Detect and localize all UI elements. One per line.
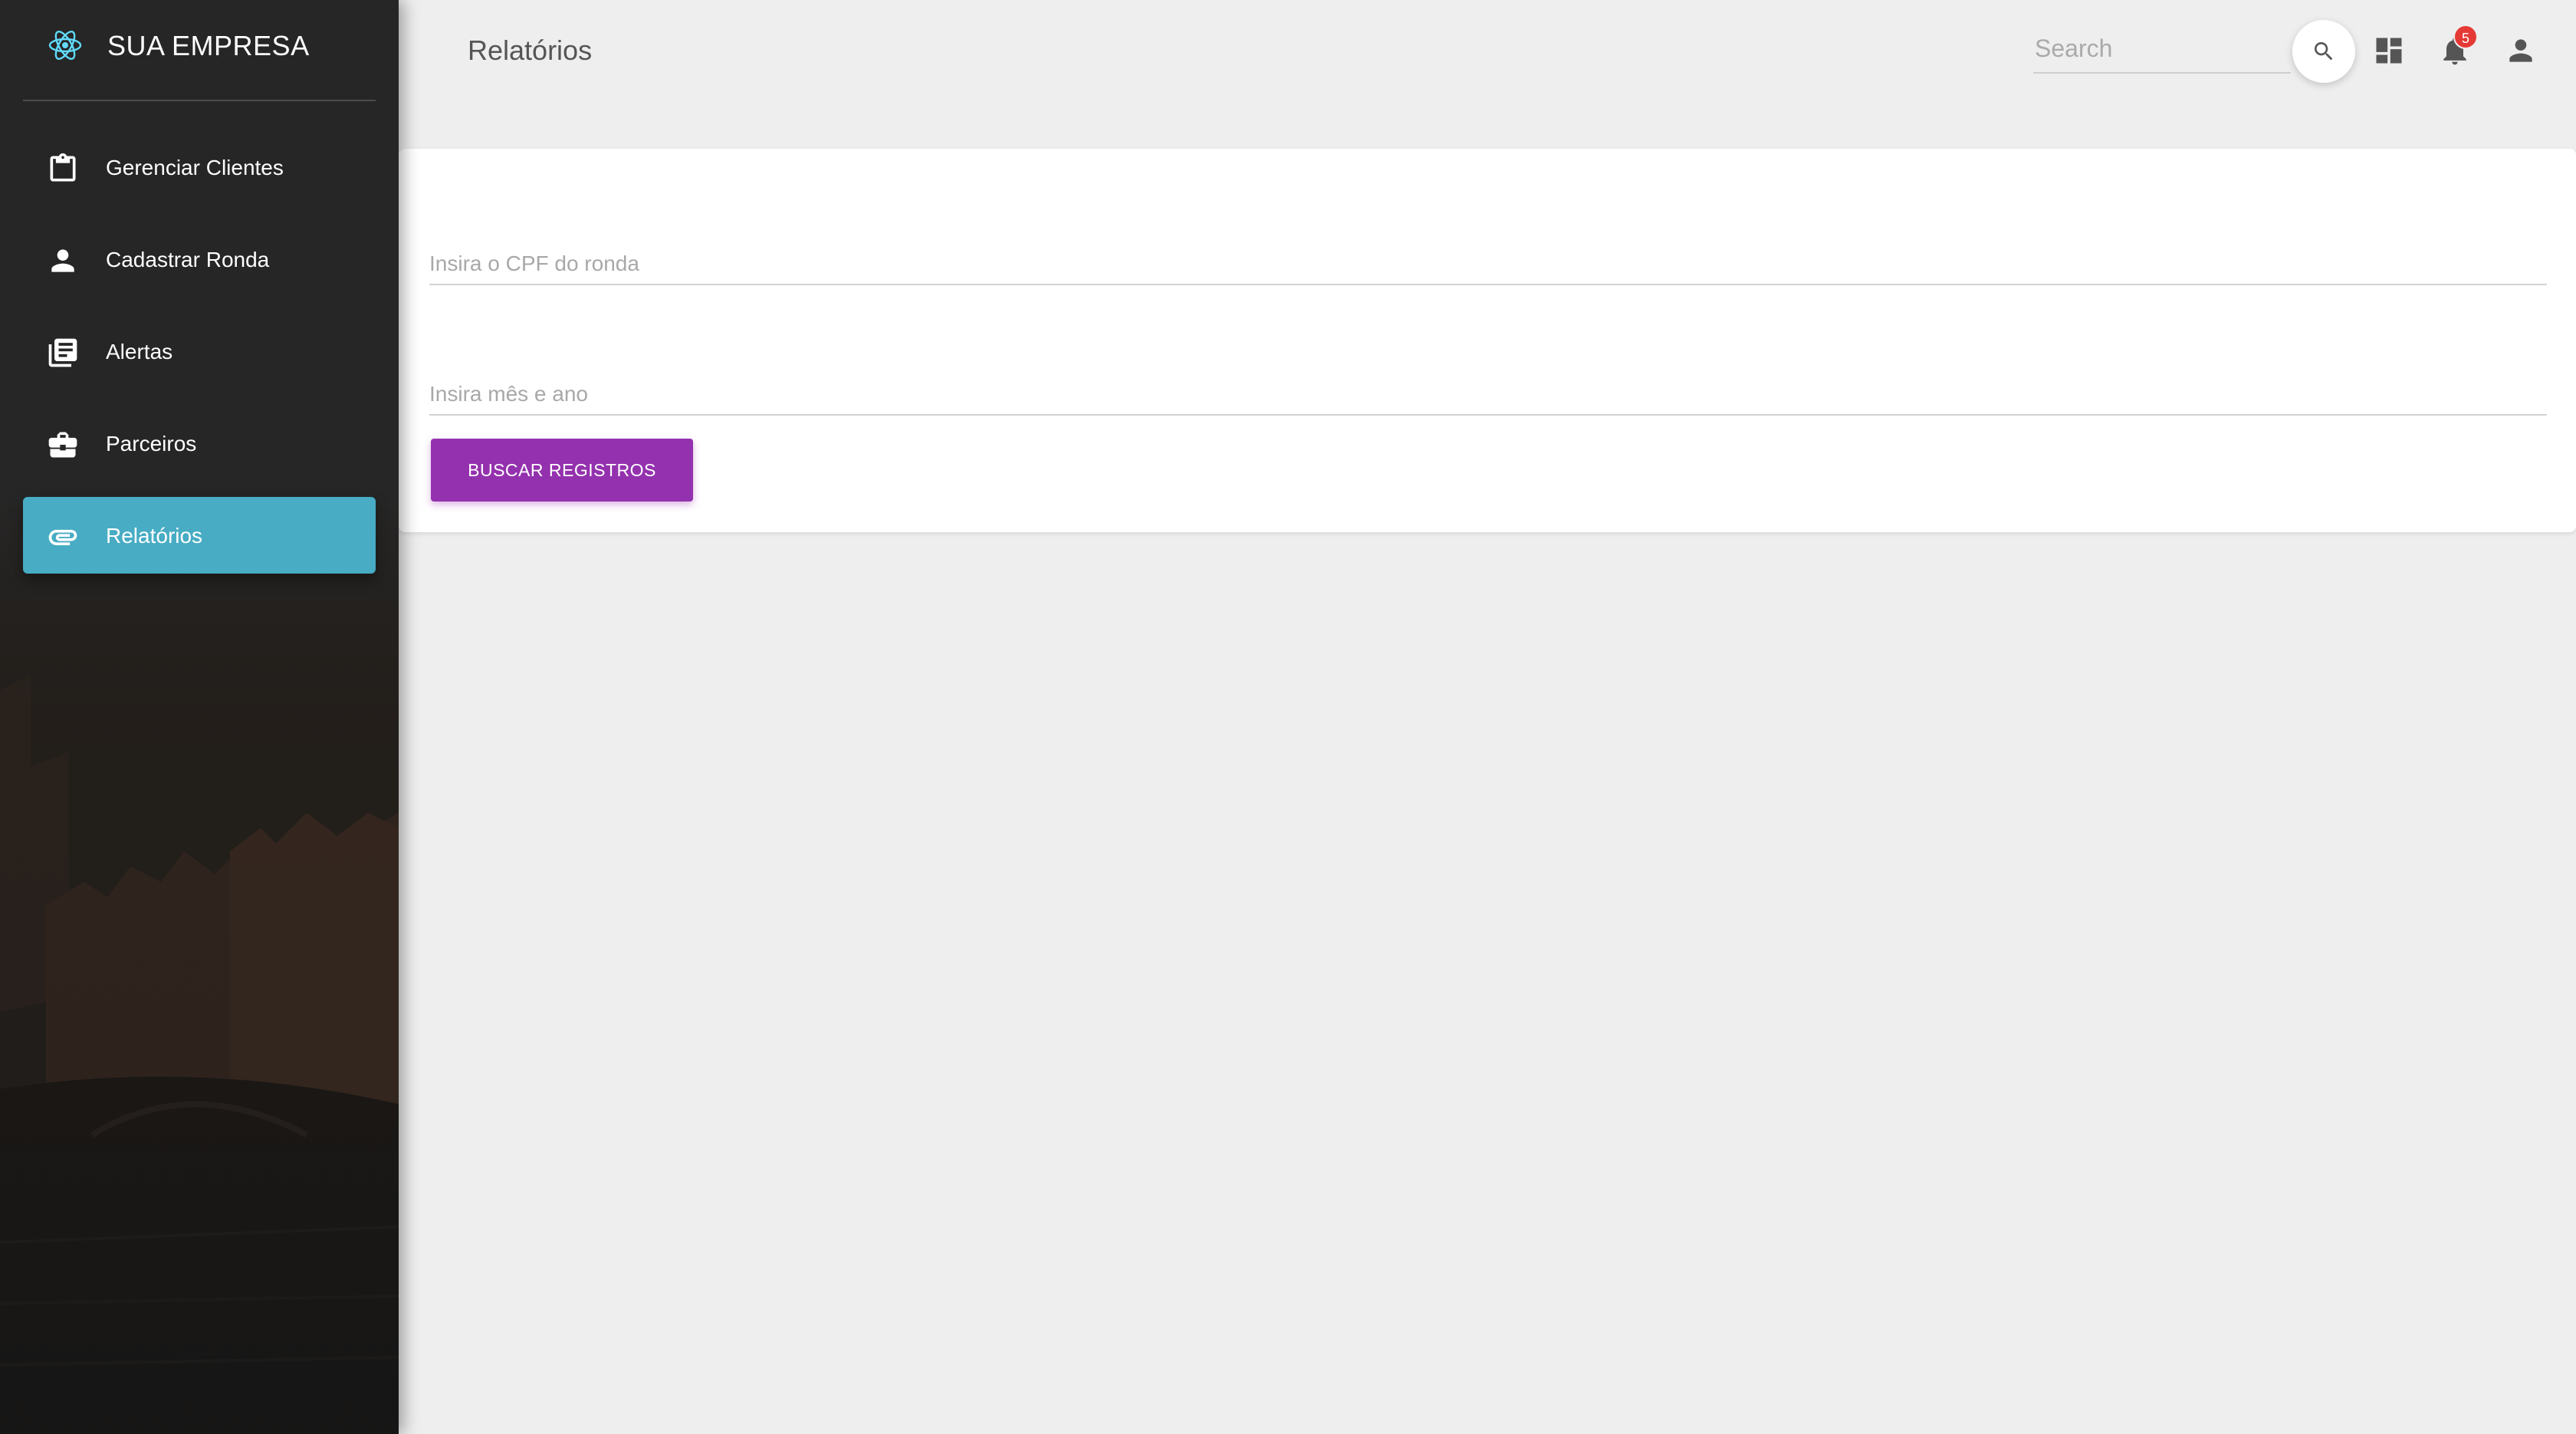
brand-name: SUA EMPRESA [107,30,310,61]
sidebar-nav: Gerenciar Clientes Cadastrar Ronda Alert… [23,129,376,589]
search-icon [2315,42,2333,61]
search-records-button[interactable]: BUSCAR REGISTROS [431,439,693,502]
page-title: Relatórios [468,35,593,66]
cpf-field[interactable] [429,238,2547,285]
sidebar-item-gerenciar-clientes[interactable]: Gerenciar Clientes [23,129,376,206]
paperclip-icon [48,529,77,545]
report-form-card: BUSCAR REGISTROS [399,149,2576,532]
search-field[interactable] [2033,26,2291,74]
react-atom-icon [48,31,82,60]
account-icon[interactable] [2504,34,2538,67]
notification-badge: 5 [2453,25,2478,49]
sidebar-item-cadastrar-ronda[interactable]: Cadastrar Ronda [23,221,376,298]
month-year-input[interactable] [429,368,2547,413]
library-books-icon [48,338,77,367]
month-year-field[interactable] [429,368,2547,416]
search-button[interactable] [2292,20,2355,83]
brand[interactable]: SUA EMPRESA [23,0,376,101]
dashboard-icon[interactable] [2372,34,2406,67]
sidebar-item-label: Cadastrar Ronda [106,248,270,271]
sidebar-item-relatorios[interactable]: Relatórios [23,497,376,574]
clipboard-icon [50,153,76,182]
person-icon [51,249,74,272]
sidebar-item-label: Parceiros [106,432,197,456]
cpf-input[interactable] [429,238,2547,282]
sidebar-item-alertas[interactable]: Alertas [23,313,376,390]
sidebar-item-parceiros[interactable]: Parceiros [23,405,376,482]
search-input[interactable] [2033,26,2291,71]
sidebar-item-label: Relatórios [106,524,203,548]
sidebar-item-label: Gerenciar Clientes [106,156,284,179]
briefcase-icon [48,432,77,458]
sidebar-item-label: Alertas [106,340,173,363]
sidebar: SUA EMPRESA Gerenciar Clientes Cadastrar… [0,0,399,1434]
